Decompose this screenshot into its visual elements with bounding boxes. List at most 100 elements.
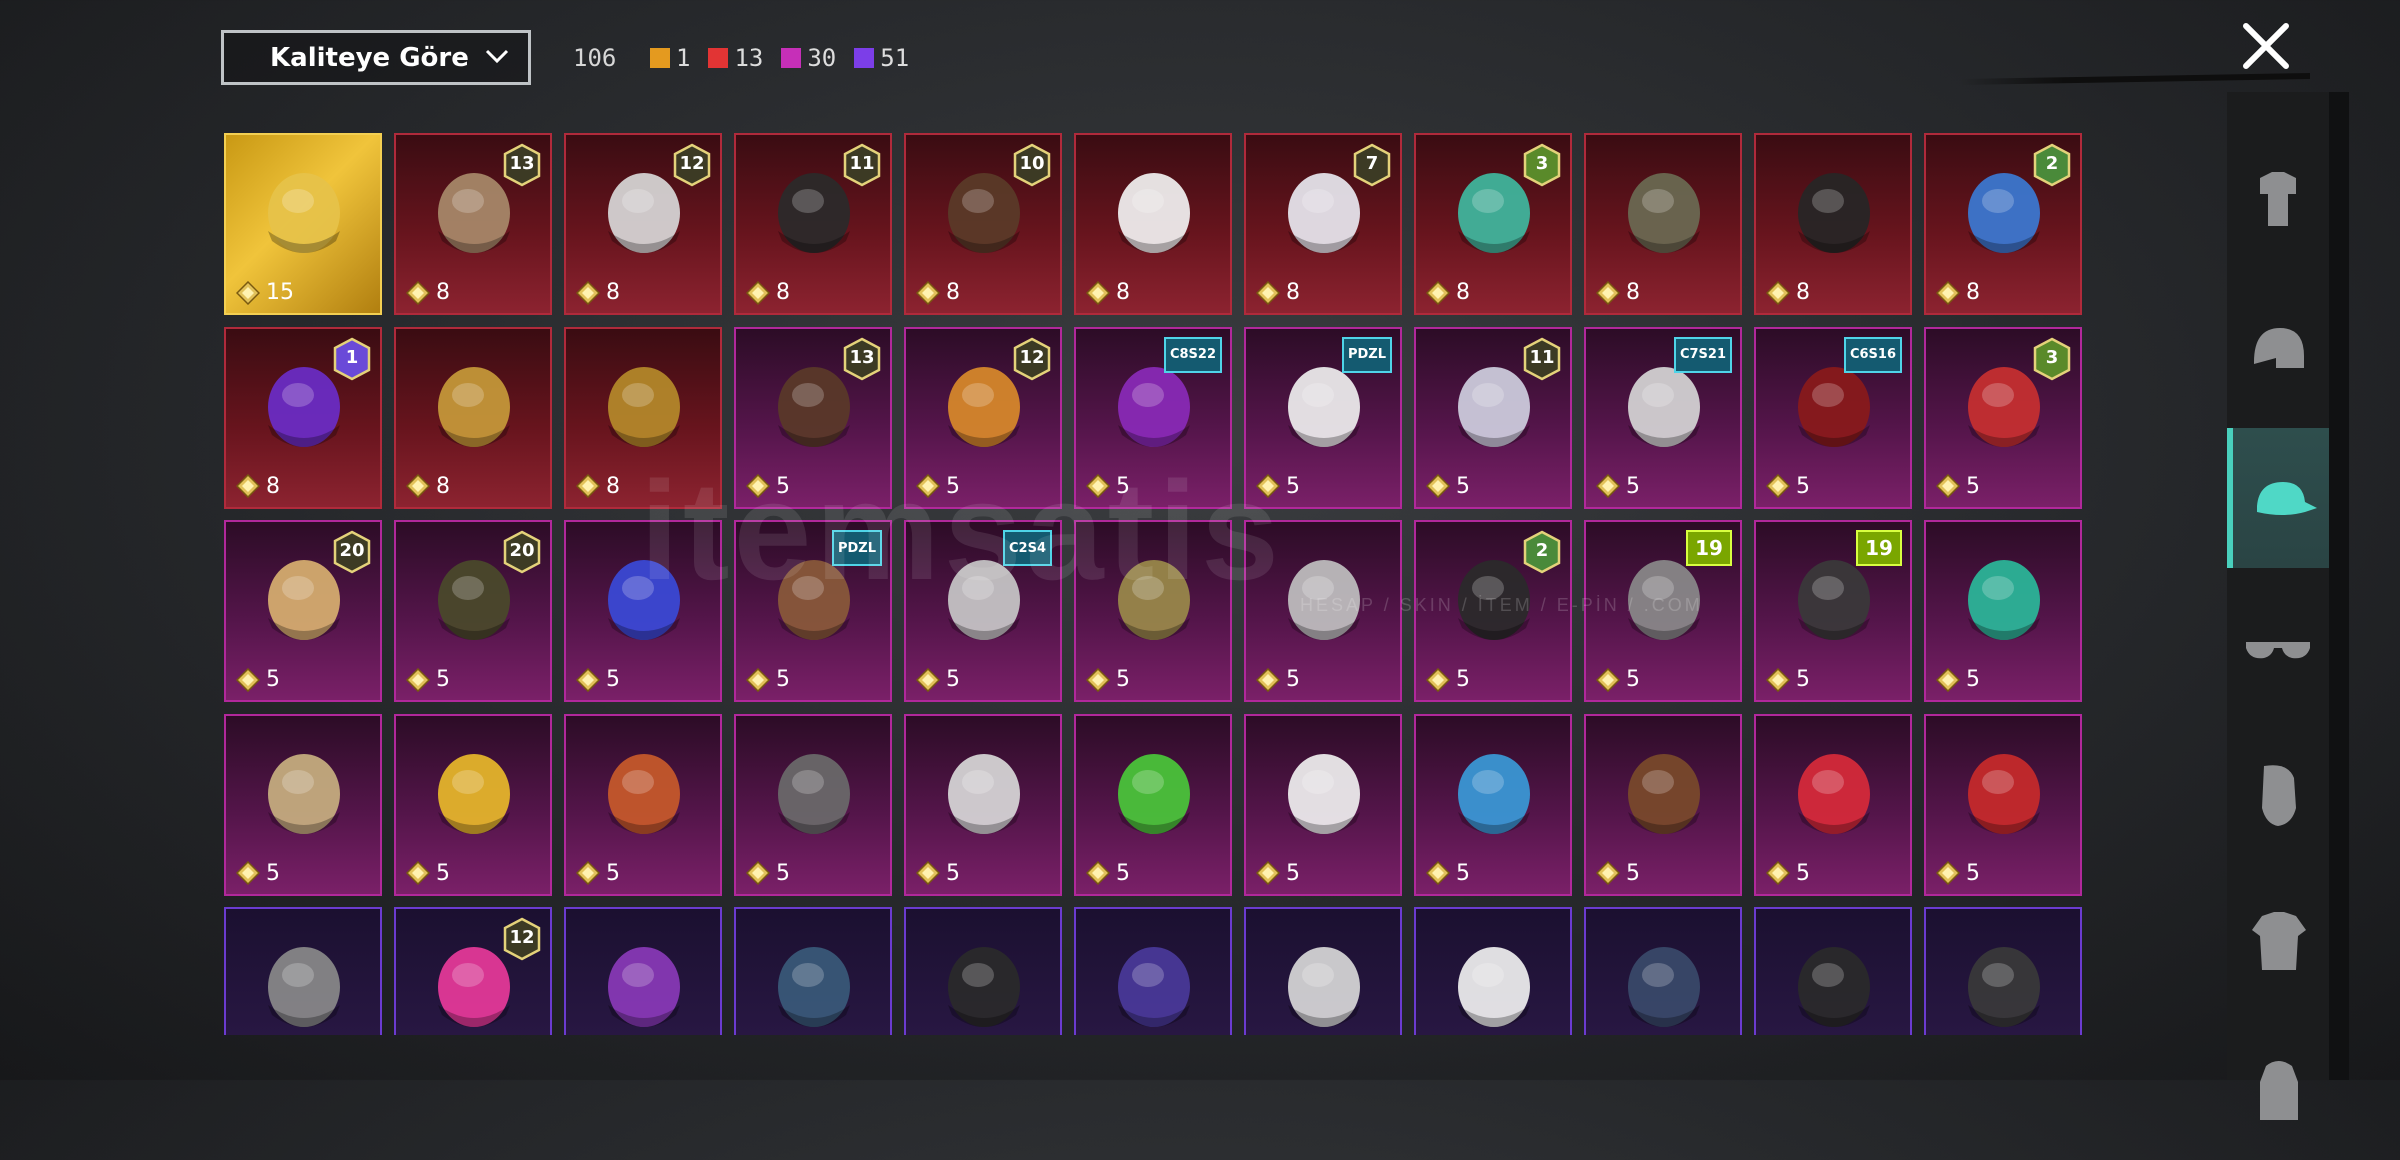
level-badge: 13 <box>502 143 542 187</box>
item-card[interactable]: 11 8 <box>734 133 892 315</box>
item-card[interactable]: 20 5 <box>394 520 552 702</box>
item-quantity: 8 <box>1936 280 1980 305</box>
item-card[interactable] <box>1074 907 1232 1035</box>
sort-dropdown[interactable]: Kaliteye Göre <box>221 30 531 85</box>
item-quantity-value: 5 <box>1286 667 1300 692</box>
item-quantity: 8 <box>576 280 620 305</box>
item-quantity: 5 <box>1766 474 1810 499</box>
item-card[interactable] <box>1244 907 1402 1035</box>
item-card[interactable]: 38 <box>1414 133 1572 315</box>
item-quantity: 5 <box>236 861 280 886</box>
item-card[interactable] <box>564 907 722 1035</box>
rarity-diamond-icon <box>916 667 940 692</box>
jester-mask-icon <box>948 753 1020 834</box>
item-quantity-value: 5 <box>1116 667 1130 692</box>
item-quantity: 8 <box>1086 280 1130 305</box>
item-card[interactable] <box>224 907 382 1035</box>
sidebar-category-1[interactable] <box>2227 280 2329 420</box>
level-badge-text: 2 <box>1535 540 1549 561</box>
level-badge: 2 <box>2032 143 2072 187</box>
item-quantity-value: 5 <box>1626 473 1640 499</box>
item-quantity: 8 <box>746 280 790 305</box>
item-quantity: 8 <box>236 474 280 499</box>
item-card[interactable]: 5 <box>1244 713 1402 896</box>
item-card[interactable]: 78 <box>1244 133 1402 315</box>
item-card[interactable]: 18 <box>224 326 382 509</box>
rarity-diamond-icon <box>576 667 600 692</box>
rarity-diamond-icon <box>1936 667 1960 692</box>
item-card[interactable] <box>1584 907 1742 1035</box>
rarity-diamond-icon <box>1256 861 1280 885</box>
item-quantity: 5 <box>1086 861 1130 886</box>
level-badge: 20 <box>332 530 372 574</box>
rarity-diamond-icon <box>1256 667 1280 692</box>
item-card[interactable]: 5 <box>1754 713 1912 896</box>
item-card[interactable]: 8 <box>1074 133 1232 315</box>
item-card[interactable] <box>1924 907 2082 1035</box>
item-card[interactable]: 5 <box>394 713 552 896</box>
item-card[interactable]: 35 <box>1924 326 2082 509</box>
rarity-diamond-icon <box>916 861 940 885</box>
item-card[interactable]: 13 8 <box>394 133 552 315</box>
item-quantity: 5 <box>1256 667 1300 692</box>
item-card[interactable]: 12 8 <box>564 133 722 315</box>
item-card[interactable]: 19 5 <box>1754 520 1912 702</box>
item-quantity: 5 <box>746 861 790 886</box>
item-card[interactable] <box>734 907 892 1035</box>
teal-hat-icon <box>1968 560 2040 640</box>
sidebar-category-5[interactable] <box>2227 872 2329 1012</box>
item-card[interactable]: 5 <box>1414 713 1572 896</box>
item-card[interactable]: 5 <box>904 713 1062 896</box>
grey-hair-icon <box>268 947 340 1027</box>
item-card[interactable]: 11 5 <box>1414 326 1572 509</box>
item-quantity-value: 5 <box>606 860 620 886</box>
item-card[interactable]: C6S16 5 <box>1754 326 1912 509</box>
item-card[interactable] <box>1754 907 1912 1035</box>
item-card[interactable]: 5 <box>1924 520 2082 702</box>
item-card[interactable]: 15 <box>224 133 382 315</box>
item-card[interactable]: 5 <box>564 713 722 896</box>
item-quantity-value: 5 <box>1966 473 1980 499</box>
item-card[interactable]: 5 <box>224 713 382 896</box>
item-quantity: 8 <box>406 280 450 305</box>
item-card[interactable]: 28 <box>1924 133 2082 315</box>
item-quantity-value: 8 <box>266 473 280 499</box>
item-card[interactable]: 10 8 <box>904 133 1062 315</box>
level-badge: 12 <box>1012 337 1052 381</box>
item-quantity-value: 5 <box>1286 860 1300 886</box>
item-quantity: 5 <box>1936 861 1980 886</box>
level-badge: 3 <box>1522 143 1562 187</box>
close-icon[interactable] <box>2240 20 2292 72</box>
item-card[interactable]: 5 <box>1074 713 1232 896</box>
bandana-icon <box>608 753 680 834</box>
item-card[interactable]: 5 <box>1924 713 2082 896</box>
sidebar-category-2[interactable] <box>2227 428 2329 568</box>
rarity-diamond-icon <box>1936 474 1960 498</box>
item-card[interactable]: 8 <box>1584 133 1742 315</box>
item-quantity: 5 <box>406 667 450 692</box>
item-quantity-value: 5 <box>1796 667 1810 692</box>
sidebar-category-6[interactable] <box>2227 1020 2329 1160</box>
watermark-subtitle: HESAP / SKIN / İTEM / E-PİN / .COM <box>1300 595 1703 615</box>
rarity-diamond-icon <box>1936 280 1960 305</box>
item-card[interactable] <box>1414 907 1572 1035</box>
item-card[interactable]: 5 <box>1584 713 1742 896</box>
sidebar-category-3[interactable] <box>2227 576 2329 716</box>
item-card[interactable]: C7S21 5 <box>1584 326 1742 509</box>
item-card[interactable]: 8 <box>394 326 552 509</box>
item-card[interactable]: 5 <box>734 713 892 896</box>
item-card[interactable]: 12 <box>394 907 552 1035</box>
item-card[interactable]: 8 <box>1754 133 1912 315</box>
level-badge: 11 <box>842 143 882 187</box>
level-badge-text: 7 <box>1365 153 1379 174</box>
item-quantity: 5 <box>1936 474 1980 499</box>
item-card[interactable] <box>904 907 1062 1035</box>
item-quantity: 5 <box>1766 861 1810 886</box>
rarity-diamond-icon <box>1596 667 1620 692</box>
sidebar-category-4[interactable] <box>2227 724 2329 864</box>
item-card[interactable]: 20 5 <box>224 520 382 702</box>
sidebar-category-0[interactable] <box>2227 132 2329 272</box>
legend-swatch <box>650 48 670 68</box>
legendary-hat-icon <box>268 173 340 253</box>
level-badge-text: 20 <box>339 540 365 561</box>
